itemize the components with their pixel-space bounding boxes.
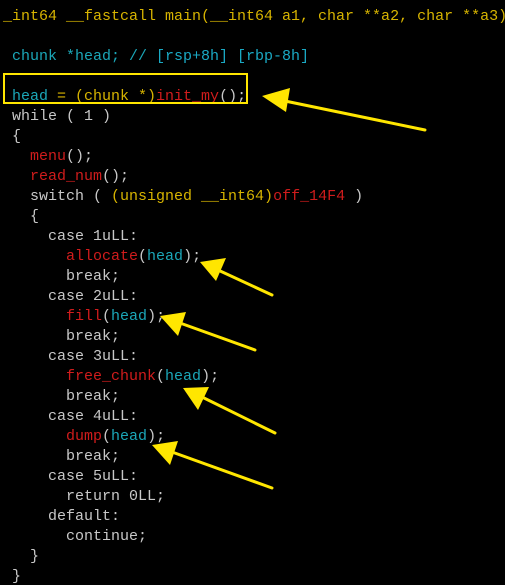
annotation-arrows (152, 88, 427, 490)
arrow-to-fill (160, 312, 257, 352)
arrow-to-free-chunk (183, 387, 277, 435)
pseudocode-view: _int64 __fastcall main(__int64 a1, char … (0, 0, 505, 585)
arrow-to-init-my (262, 88, 427, 132)
arrow-to-allocate (200, 258, 274, 297)
arrow-to-dump (152, 441, 274, 490)
